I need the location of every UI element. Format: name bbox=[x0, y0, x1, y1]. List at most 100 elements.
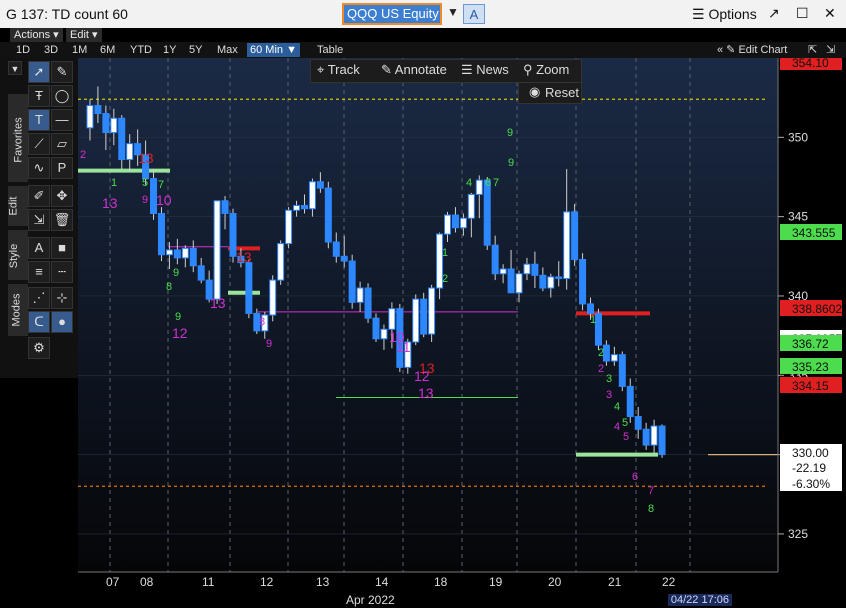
maximize-icon[interactable]: ☐ bbox=[796, 5, 809, 22]
x-tick-label: 18 bbox=[434, 575, 448, 589]
font-icon[interactable]: A bbox=[28, 237, 50, 259]
candle bbox=[571, 203, 579, 266]
fib-icon[interactable]: Ŧ bbox=[28, 85, 50, 107]
annotate-button[interactable]: ✎ Annotate bbox=[381, 62, 447, 78]
price-tag-label: 330.00 bbox=[792, 446, 829, 460]
range-5y[interactable]: 5Y bbox=[189, 43, 202, 57]
price-tag-label: 336.72 bbox=[792, 337, 829, 351]
price-tag-label: -6.30% bbox=[792, 477, 830, 491]
detach-icon[interactable]: ⇲ bbox=[826, 43, 835, 57]
actions-menu[interactable]: Actions ▾ bbox=[10, 28, 63, 42]
track-button[interactable]: ⌖ Track bbox=[317, 62, 360, 78]
range-1m[interactable]: 1M bbox=[72, 43, 87, 57]
line-style-icon[interactable]: ┄ bbox=[51, 261, 73, 283]
price-tag-label: 334.15 bbox=[792, 379, 829, 393]
tab-edit[interactable]: Edit bbox=[7, 186, 28, 226]
line-pen-icon[interactable]: ✎ bbox=[51, 61, 73, 83]
line-weight-icon[interactable]: ≡ bbox=[28, 261, 50, 283]
x-axis-caption: Apr 2022 bbox=[346, 593, 395, 607]
reset-button[interactable]: ◉ Reset bbox=[518, 82, 582, 104]
collapse-icon[interactable]: ⇱ bbox=[808, 43, 817, 57]
candle bbox=[364, 283, 372, 323]
candle bbox=[420, 292, 428, 338]
palette-icon[interactable]: ● bbox=[51, 311, 73, 333]
td-count-label: 6 bbox=[485, 177, 491, 189]
ellipse-icon[interactable]: ◯ bbox=[51, 85, 73, 107]
range-1y[interactable]: 1Y bbox=[163, 43, 176, 57]
x-tick-label: 11 bbox=[202, 575, 215, 589]
settings-gear-icon[interactable]: ⚙ bbox=[28, 337, 50, 359]
candle bbox=[579, 253, 587, 311]
menubar: Actions ▾ Edit ▾ bbox=[0, 28, 846, 42]
range-1d[interactable]: 1D bbox=[16, 43, 30, 57]
a-button[interactable]: A bbox=[463, 4, 485, 24]
channel-icon[interactable]: ▱ bbox=[51, 133, 73, 155]
td-count-label: 5 bbox=[142, 177, 148, 189]
magnet-icon[interactable]: ᑕ bbox=[28, 311, 50, 333]
color-swatch-icon[interactable]: ■ bbox=[51, 237, 73, 259]
candle bbox=[269, 275, 277, 322]
price-tag-label: 343.555 bbox=[792, 226, 836, 240]
range-max[interactable]: Max bbox=[217, 43, 238, 57]
td-count-label: 1 bbox=[442, 247, 448, 259]
table-button[interactable]: Table bbox=[317, 43, 343, 57]
y-tick-label: 350 bbox=[788, 130, 808, 144]
snap-icon[interactable]: ⊹ bbox=[51, 287, 73, 309]
y-tick-label: 345 bbox=[788, 210, 808, 224]
candle bbox=[618, 351, 626, 392]
tab-favorites[interactable]: Favorites bbox=[8, 94, 28, 182]
text-icon[interactable]: T bbox=[28, 109, 50, 131]
x-tick-label: 12 bbox=[260, 575, 274, 589]
candle bbox=[594, 308, 602, 350]
pop-out-icon[interactable]: ↗ bbox=[768, 5, 780, 22]
ticker-input[interactable]: QQQ US Equity bbox=[342, 3, 442, 25]
td-count-label: 13 bbox=[138, 150, 154, 166]
td-count-label: 8 bbox=[648, 503, 654, 515]
news-button[interactable]: ☰ News bbox=[461, 62, 509, 78]
candle bbox=[658, 424, 666, 458]
tab-style[interactable]: Style bbox=[8, 230, 28, 280]
x-tick-label: 08 bbox=[140, 575, 154, 589]
td-count-label: 2 bbox=[80, 149, 86, 161]
range-3d[interactable]: 3D bbox=[44, 43, 58, 57]
candle bbox=[348, 254, 356, 309]
hline-icon[interactable]: — bbox=[51, 109, 73, 131]
tab-modes[interactable]: Modes bbox=[8, 284, 28, 336]
reset-icon: ◉ bbox=[529, 84, 541, 99]
td-count-label: 7 bbox=[648, 485, 654, 497]
x-tick-label: 07 bbox=[106, 575, 120, 589]
y-tick-label: 325 bbox=[788, 527, 808, 541]
candle bbox=[245, 259, 253, 319]
candle bbox=[324, 181, 332, 249]
range-6m[interactable]: 6M bbox=[100, 43, 115, 57]
polyline-icon[interactable]: ∿ bbox=[28, 157, 50, 179]
price-label-icon[interactable]: P bbox=[51, 157, 73, 179]
td-count-label: 7 bbox=[493, 177, 499, 189]
zoom-button[interactable]: ⚲ Zoom bbox=[523, 62, 569, 78]
select-icon[interactable]: ⇲ bbox=[28, 209, 50, 231]
td-count-label: 13 bbox=[102, 195, 118, 211]
candle bbox=[428, 284, 436, 342]
x-tick-label: 19 bbox=[489, 575, 503, 589]
trash-icon[interactable]: 🗑 bbox=[51, 209, 73, 231]
td-count-label: 2 bbox=[442, 273, 448, 285]
interval-dropdown[interactable]: 60 Min ▼ bbox=[247, 43, 300, 57]
candle bbox=[213, 200, 221, 304]
ticker-dropdown-icon[interactable]: ▼ bbox=[447, 5, 459, 19]
trendline-icon[interactable]: ⟋ bbox=[28, 133, 50, 155]
close-icon[interactable]: ✕ bbox=[824, 5, 836, 22]
crosshair-dotted-icon[interactable]: ⋰ bbox=[28, 287, 50, 309]
edit-menu[interactable]: Edit ▾ bbox=[66, 28, 102, 42]
td-count-label: 9 bbox=[173, 267, 179, 279]
candle bbox=[157, 207, 165, 262]
price-chart[interactable]: 2 131 5 713 9 10139891213891313111012994 6 7121… bbox=[78, 58, 846, 608]
options-menu[interactable]: ☰ Options bbox=[692, 6, 757, 23]
cursor-icon[interactable]: ➚ bbox=[28, 61, 50, 83]
move-icon[interactable]: ✥ bbox=[51, 185, 73, 207]
price-tag-label: 354.10 bbox=[792, 58, 829, 70]
edit-chart-button[interactable]: « ✎ Edit Chart bbox=[717, 43, 787, 57]
td-count-label: 2 bbox=[598, 347, 604, 359]
td-count-label: 5 bbox=[623, 431, 629, 443]
brush-icon[interactable]: ✐ bbox=[28, 185, 50, 207]
range-ytd[interactable]: YTD bbox=[130, 43, 152, 57]
